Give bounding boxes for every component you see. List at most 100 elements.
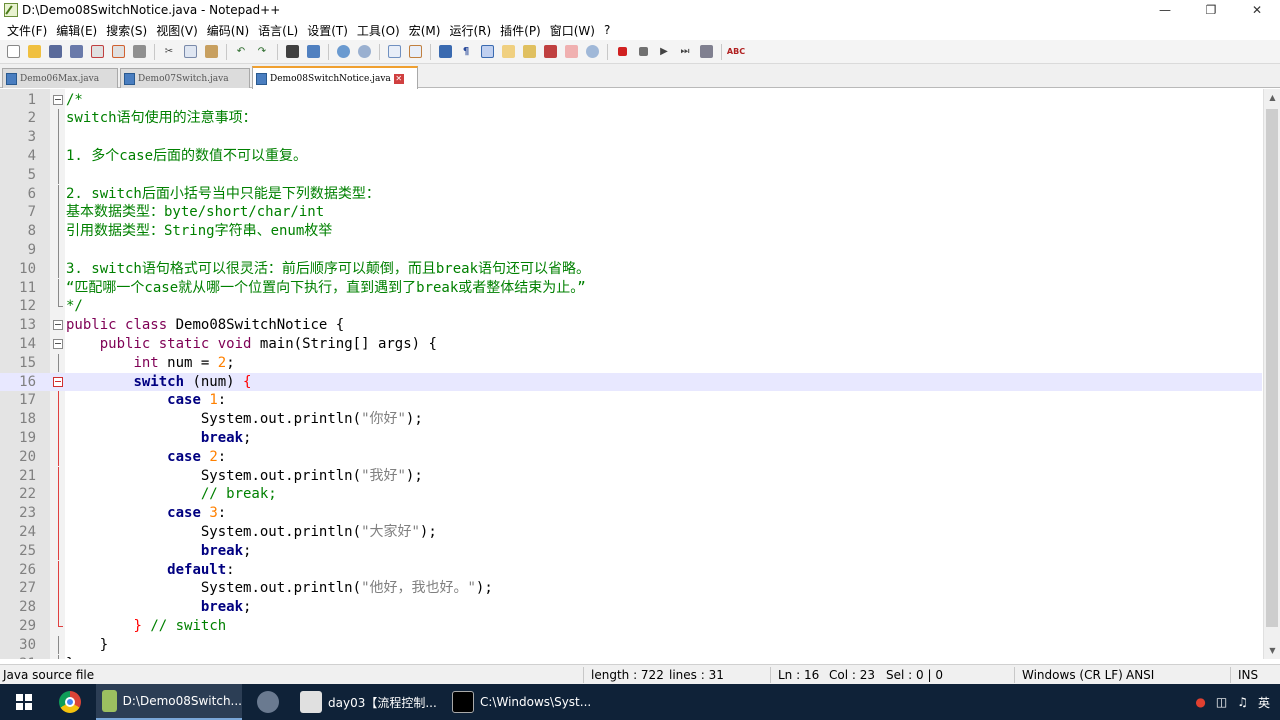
- editor[interactable]: 1 /* 2 switch语句使用的注意事项： 3 4 1. 多个case后面的数值不可以重…: [0, 89, 1280, 659]
- code-line[interactable]: 3: [0, 128, 1262, 147]
- fold-toggle-icon[interactable]: [53, 338, 63, 349]
- tray-volume-icon[interactable]: ♫: [1237, 695, 1248, 709]
- code-line[interactable]: 29 } // switch: [0, 616, 1262, 636]
- vertical-scrollbar[interactable]: ▲ ▼: [1263, 89, 1280, 659]
- find-icon[interactable]: [283, 43, 301, 61]
- word-wrap-icon[interactable]: [436, 43, 454, 61]
- code-line[interactable]: 27 System.out.println("他好，我也好。");: [0, 579, 1262, 599]
- fold-toggle-icon[interactable]: [53, 320, 63, 331]
- code-line[interactable]: 22 // break;: [0, 485, 1262, 505]
- scroll-thumb[interactable]: [1266, 109, 1278, 627]
- code-line[interactable]: 12 */: [0, 297, 1262, 316]
- tray-app-icon[interactable]: ●: [1195, 695, 1205, 709]
- folder-workspace-icon[interactable]: [562, 43, 580, 61]
- open-file-icon[interactable]: [25, 43, 43, 61]
- minimize-button[interactable]: —: [1142, 0, 1188, 20]
- code-line[interactable]: 31}: [0, 654, 1262, 659]
- tab-demo08switchnotice[interactable]: Demo08SwitchNotice.java ✕: [252, 66, 418, 89]
- code-line[interactable]: 6 2. switch后面小括号当中只能是下列数据类型：: [0, 184, 1262, 204]
- play-macro-icon[interactable]: ▶: [655, 43, 673, 61]
- stop-macro-icon[interactable]: [634, 43, 652, 61]
- menu-file[interactable]: 文件(F): [4, 22, 53, 39]
- code-line[interactable]: 23 case 3:: [0, 504, 1262, 523]
- fold-toggle-icon[interactable]: [53, 376, 63, 387]
- print-icon[interactable]: [130, 43, 148, 61]
- run-macro-multiple-icon[interactable]: ⏭: [676, 43, 694, 61]
- code-line[interactable]: 14 public static void main(String[] args…: [0, 335, 1262, 354]
- code-line[interactable]: 4 1. 多个case后面的数值不可以重复。: [0, 146, 1262, 166]
- code-line[interactable]: 8 引用数据类型：String字符串、enum枚举: [0, 222, 1262, 241]
- menu-settings[interactable]: 设置(T): [304, 22, 354, 39]
- cut-icon[interactable]: ✂: [160, 43, 178, 61]
- restore-button[interactable]: ❐: [1188, 0, 1234, 20]
- close-button[interactable]: ✕: [1234, 0, 1280, 20]
- save-all-icon[interactable]: [67, 43, 85, 61]
- code-line[interactable]: 1 /*: [0, 91, 1262, 110]
- scroll-up-icon[interactable]: ▲: [1264, 89, 1280, 106]
- taskbar-settings[interactable]: [248, 684, 288, 720]
- close-file-icon[interactable]: [88, 43, 106, 61]
- code-line[interactable]: 24 System.out.println("大家好");: [0, 522, 1262, 542]
- paste-icon[interactable]: [202, 43, 220, 61]
- tray-network-icon[interactable]: ◫: [1216, 695, 1227, 709]
- code-line[interactable]: 2 switch语句使用的注意事项：: [0, 109, 1262, 129]
- indent-guide-icon[interactable]: [478, 43, 496, 61]
- code-line[interactable]: 26 default:: [0, 560, 1262, 580]
- code-line[interactable]: 10 3. switch语句格式可以很灵活：前后顺序可以颠倒，而且break语句还…: [0, 259, 1262, 279]
- code-line[interactable]: 5: [0, 165, 1262, 185]
- doc-map-icon[interactable]: [520, 43, 538, 61]
- close-all-icon[interactable]: [109, 43, 127, 61]
- taskbar-app-notepadpp[interactable]: D:\Demo08Switch...: [96, 684, 242, 720]
- tab-demo07switch[interactable]: Demo07Switch.java: [120, 68, 250, 88]
- copy-icon[interactable]: [181, 43, 199, 61]
- show-all-chars-icon[interactable]: ¶: [457, 43, 475, 61]
- undo-icon[interactable]: ↶: [232, 43, 250, 61]
- code-line[interactable]: 21 System.out.println("我好");: [0, 466, 1262, 486]
- save-macro-icon[interactable]: [697, 43, 715, 61]
- zoom-out-icon[interactable]: [355, 43, 373, 61]
- menu-run[interactable]: 运行(R): [446, 22, 497, 39]
- menu-view[interactable]: 视图(V): [153, 22, 204, 39]
- redo-icon[interactable]: ↷: [253, 43, 271, 61]
- menu-window[interactable]: 窗口(W): [547, 22, 601, 39]
- save-icon[interactable]: [46, 43, 64, 61]
- taskbar-app-typora[interactable]: day03【流程控制...: [294, 684, 440, 720]
- code-line[interactable]: 18 System.out.println("你好");: [0, 410, 1262, 429]
- start-button[interactable]: [0, 684, 48, 720]
- menu-help[interactable]: ?: [601, 23, 616, 37]
- code-line[interactable]: 17 case 1:: [0, 391, 1262, 411]
- code-line[interactable]: 20 case 2:: [0, 447, 1262, 467]
- code-line[interactable]: 15 int num = 2;: [0, 353, 1262, 373]
- menu-plugins[interactable]: 插件(P): [497, 22, 547, 39]
- code-line[interactable]: 25 break;: [0, 541, 1262, 561]
- code-line[interactable]: 28 break;: [0, 598, 1262, 617]
- menu-edit[interactable]: 编辑(E): [53, 22, 103, 39]
- language-icon[interactable]: [499, 43, 517, 61]
- code-line[interactable]: 9: [0, 240, 1262, 260]
- close-tab-icon[interactable]: ✕: [393, 73, 404, 84]
- tray-input-language[interactable]: 英: [1258, 694, 1270, 711]
- menu-encoding[interactable]: 编码(N): [204, 22, 255, 39]
- code-line[interactable]: 19 break;: [0, 428, 1262, 448]
- code-line[interactable]: 16 switch (num) {: [0, 372, 1262, 392]
- taskbar-chrome[interactable]: [50, 684, 90, 720]
- new-file-icon[interactable]: [4, 43, 22, 61]
- code-line[interactable]: 13 public class Demo08SwitchNotice {: [0, 316, 1262, 335]
- code-line[interactable]: 7 基本数据类型：byte/short/char/int: [0, 203, 1262, 223]
- function-list-icon[interactable]: [541, 43, 559, 61]
- code-line[interactable]: 11 “匹配哪一个case就从哪一个位置向下执行，直到遇到了break或者整体结束…: [0, 278, 1262, 298]
- menu-macro[interactable]: 宏(M): [406, 22, 447, 39]
- replace-icon[interactable]: [304, 43, 322, 61]
- code-line[interactable]: 30 }: [0, 635, 1262, 655]
- menu-language[interactable]: 语言(L): [255, 22, 304, 39]
- menu-search[interactable]: 搜索(S): [103, 22, 153, 39]
- monitor-icon[interactable]: [583, 43, 601, 61]
- record-macro-icon[interactable]: [613, 43, 631, 61]
- sync-vertical-icon[interactable]: [385, 43, 403, 61]
- taskbar-app-cmd[interactable]: C:\Windows\Syst...: [446, 684, 592, 720]
- zoom-in-icon[interactable]: [334, 43, 352, 61]
- spell-check-icon[interactable]: ABC: [727, 43, 745, 61]
- sync-horizontal-icon[interactable]: [406, 43, 424, 61]
- menu-tools[interactable]: 工具(O): [354, 22, 406, 39]
- fold-toggle-icon[interactable]: [53, 94, 63, 105]
